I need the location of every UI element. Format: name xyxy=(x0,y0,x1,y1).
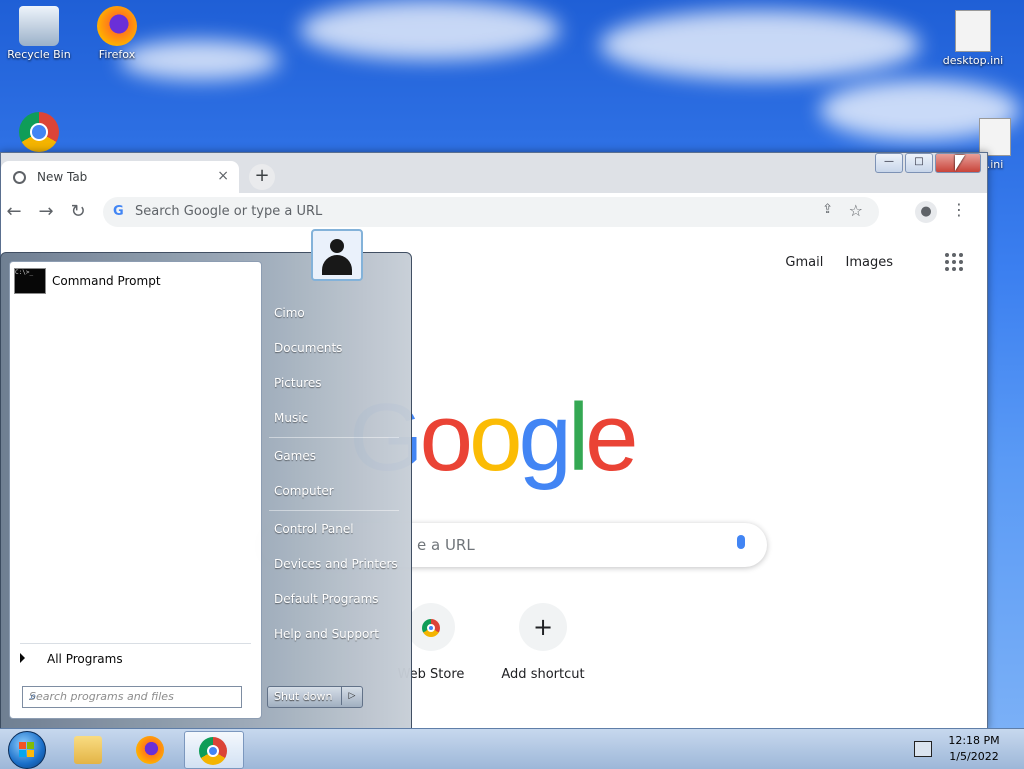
top-links: Gmail Images xyxy=(767,255,893,270)
search-icon[interactable]: ⌕ xyxy=(29,689,235,704)
address-bar-placeholder: Search Google or type a URL xyxy=(135,204,323,219)
start-right-default-programs[interactable]: Default Programs xyxy=(274,592,379,606)
taskbar-firefox[interactable] xyxy=(122,731,180,767)
logo-letter: e xyxy=(585,384,638,491)
recycle-bin-icon xyxy=(19,6,59,46)
logo-letter: o xyxy=(419,384,473,491)
start-right-documents[interactable]: Documents xyxy=(274,341,342,355)
start-right-music[interactable]: Music xyxy=(274,411,308,425)
desktop-icon-label: Firefox xyxy=(98,48,136,61)
command-prompt-icon: C:\>_ xyxy=(14,268,46,294)
start-item-label: Command Prompt xyxy=(52,274,161,288)
minimize-button[interactable]: — xyxy=(875,153,903,173)
system-clock[interactable]: 12:18 PM 1/5/2022 xyxy=(944,733,1004,765)
start-right-control-panel[interactable]: Control Panel xyxy=(274,522,354,536)
microphone-icon[interactable] xyxy=(737,535,745,549)
start-menu: C:\>_ Command Prompt All Programs Search… xyxy=(0,229,412,730)
start-item-command-prompt[interactable]: C:\>_ Command Prompt xyxy=(14,268,254,296)
close-tab-icon[interactable]: × xyxy=(217,168,229,184)
shutdown-options-arrow-icon[interactable]: ▷ xyxy=(341,687,362,705)
all-programs-label: All Programs xyxy=(47,652,123,666)
logo-letter: l xyxy=(567,384,589,491)
separator xyxy=(269,510,399,511)
desktop-icon-firefox[interactable]: Firefox xyxy=(82,6,152,61)
desktop-icon-recycle-bin[interactable]: Recycle Bin xyxy=(4,6,74,61)
browser-toolbar: ← → ↻ G Search Google or type a URL ⇪ ☆ … xyxy=(1,193,987,232)
start-right-games[interactable]: Games xyxy=(274,449,316,463)
all-programs-button[interactable]: All Programs xyxy=(20,652,123,666)
separator xyxy=(269,437,399,438)
tab-strip: New Tab × + — □ ✕ xyxy=(1,153,987,193)
chrome-tab-icon xyxy=(13,171,26,184)
address-bar[interactable]: G Search Google or type a URL ⇪ ☆ xyxy=(103,197,879,227)
start-right-computer[interactable]: Computer xyxy=(274,484,334,498)
desktop-icon-label: Recycle Bin xyxy=(7,48,71,61)
images-link[interactable]: Images xyxy=(846,255,894,270)
maximize-button[interactable]: □ xyxy=(905,153,933,173)
logo-letter: g xyxy=(518,384,571,491)
web-store-icon xyxy=(407,603,455,651)
back-arrow-icon[interactable]: ← xyxy=(3,201,25,223)
taskbar-explorer[interactable] xyxy=(60,731,118,767)
windows-explorer-icon xyxy=(74,736,102,764)
clock-date: 1/5/2022 xyxy=(949,750,999,763)
windows-logo-icon xyxy=(19,742,35,758)
network-icon[interactable] xyxy=(914,741,932,757)
shortcut-label: Add shortcut xyxy=(501,667,585,682)
logo-letter: o xyxy=(469,384,522,491)
menu-kebab-icon[interactable]: ⋮ xyxy=(951,200,967,219)
gmail-link[interactable]: Gmail xyxy=(785,255,823,270)
firefox-icon xyxy=(97,6,137,46)
chrome-icon xyxy=(19,112,59,152)
shutdown-label: Shut down xyxy=(274,690,333,703)
taskbar-chrome[interactable] xyxy=(184,731,244,769)
plus-icon: + xyxy=(519,603,567,651)
start-button[interactable] xyxy=(8,731,46,769)
desktop-icon-label: .ini xyxy=(986,158,1004,171)
file-icon xyxy=(979,118,1011,156)
file-icon xyxy=(955,10,991,52)
profile-icon[interactable]: ● xyxy=(915,201,937,223)
start-right-help-support[interactable]: Help and Support xyxy=(274,627,379,641)
triangle-right-icon xyxy=(20,653,25,663)
forward-arrow-icon[interactable]: → xyxy=(35,201,57,223)
search-box-placeholder: e a URL xyxy=(417,536,475,554)
desktop-icon-label: desktop.ini xyxy=(942,54,1004,67)
bookmark-star-icon[interactable]: ☆ xyxy=(849,201,863,220)
firefox-icon xyxy=(136,736,164,764)
desktop-icon-chrome[interactable] xyxy=(4,112,74,154)
user-avatar[interactable] xyxy=(311,229,363,281)
start-right-pictures[interactable]: Pictures xyxy=(274,376,322,390)
desktop-icon-desktop-ini[interactable]: desktop.ini xyxy=(938,10,1008,67)
shortcut-add[interactable]: + Add shortcut xyxy=(487,603,599,682)
tab-new-tab[interactable]: New Tab × xyxy=(1,161,239,193)
clock-time: 12:18 PM xyxy=(948,734,1000,747)
reload-icon[interactable]: ↻ xyxy=(67,201,89,223)
taskbar: 12:18 PM 1/5/2022 xyxy=(0,728,1024,769)
cloud xyxy=(600,10,920,80)
google-icon: G xyxy=(113,204,124,219)
google-apps-icon[interactable] xyxy=(945,253,963,271)
share-icon[interactable]: ⇪ xyxy=(822,202,833,217)
cloud xyxy=(300,0,560,60)
tab-title: New Tab xyxy=(37,170,88,184)
separator xyxy=(20,643,251,644)
chrome-icon xyxy=(199,737,227,765)
new-tab-button[interactable]: + xyxy=(249,164,275,190)
mouse-cursor-icon xyxy=(955,155,965,171)
start-menu-programs-pane: C:\>_ Command Prompt All Programs Search… xyxy=(9,261,262,719)
shutdown-button[interactable]: Shut down ▷ xyxy=(267,686,363,708)
start-right-user[interactable]: Cimo xyxy=(274,306,305,320)
start-search-input[interactable]: Search programs and files ⌕ xyxy=(22,686,242,708)
start-right-devices-printers[interactable]: Devices and Printers xyxy=(274,557,398,571)
